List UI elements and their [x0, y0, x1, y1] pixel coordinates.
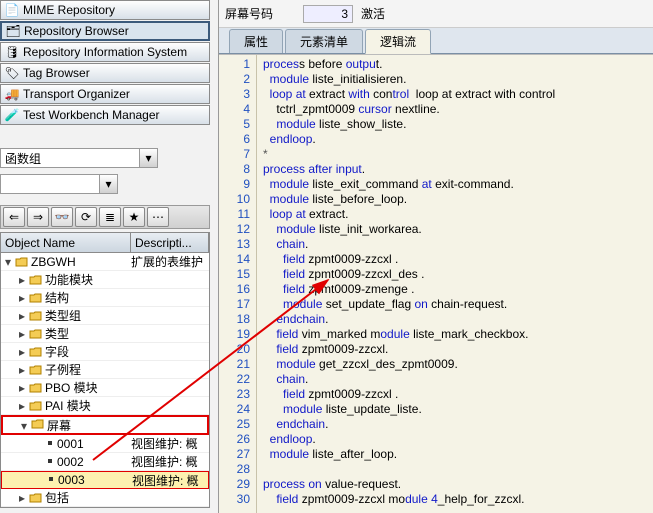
folder-icon [29, 274, 43, 286]
tag-icon: 🏷 [5, 66, 19, 80]
tree-node-screens[interactable]: ▾屏幕 [1, 415, 209, 435]
folder-icon [29, 492, 43, 504]
tab-element-list[interactable]: 元素清单 [285, 29, 363, 53]
folder-open-icon [31, 418, 45, 430]
tree-node-includes[interactable]: ▸包括 [1, 489, 209, 507]
chevron-down-icon[interactable]: ▾ [100, 174, 118, 194]
bullet-icon [49, 477, 53, 481]
code-source[interactable]: process before output. module liste_init… [257, 55, 653, 513]
status-active: 激活 [361, 5, 385, 22]
tree-node[interactable]: ▸子例程 [1, 361, 209, 379]
folder-icon [29, 328, 43, 340]
folder-icon [29, 292, 43, 304]
tree-root[interactable]: ▾ZBGWH 扩展的表维护 [1, 253, 209, 271]
refresh-button[interactable]: ⟳ [75, 207, 97, 227]
tree-header: Object Name Descripti... [1, 233, 209, 253]
folder-icon [29, 382, 43, 394]
display-button[interactable]: 👓 [51, 207, 73, 227]
col-description[interactable]: Descripti... [131, 233, 209, 252]
screen-header: 屏幕号码 激活 [219, 0, 653, 28]
tree-toolbar: ⇐ ⇒ 👓 ⟳ ≣ ★ ⋯ [0, 205, 210, 229]
tabstrip: 属性 元素清单 逻辑流 [219, 28, 653, 54]
nav-fwd-button[interactable]: ⇒ [27, 207, 49, 227]
folder-icon [29, 400, 43, 412]
screen-item[interactable]: 0002视图维护: 概 [1, 453, 209, 471]
layout-button[interactable]: ≣ [99, 207, 121, 227]
nav-label: Transport Organizer [23, 87, 130, 101]
object-tree: Object Name Descripti... ▾ZBGWH 扩展的表维护 ▸… [0, 232, 210, 508]
folder-open-icon [15, 256, 29, 268]
objname-combo[interactable]: ▾ [0, 174, 210, 194]
tree-node[interactable]: ▸结构 [1, 289, 209, 307]
nav-label: MIME Repository [23, 3, 115, 17]
nav-label: Repository Information System [23, 45, 187, 59]
objtype-combo[interactable]: ▾ [0, 148, 210, 168]
tab-flow-logic[interactable]: 逻辑流 [365, 29, 431, 54]
tree-node[interactable]: ▸类型组 [1, 307, 209, 325]
objtype-input[interactable] [0, 148, 140, 168]
nav-label: Test Workbench Manager [23, 108, 160, 122]
screen-item[interactable]: 0001视图维护: 概 [1, 435, 209, 453]
screen-number-label: 屏幕号码 [225, 5, 273, 22]
test-icon: 🧪 [5, 108, 19, 122]
screen-item-selected[interactable]: 0003视图维护: 概 [1, 471, 209, 489]
objname-input[interactable] [0, 174, 100, 194]
tree-node[interactable]: ▸字段 [1, 343, 209, 361]
nav-test-wb[interactable]: 🧪 Test Workbench Manager [0, 105, 210, 125]
tree-icon: 🗂 [6, 24, 20, 38]
tree-node[interactable]: ▸类型 [1, 325, 209, 343]
nav-label: Tag Browser [23, 66, 90, 80]
favorites-button[interactable]: ★ [123, 207, 145, 227]
folder-icon [29, 364, 43, 376]
folder-icon [29, 310, 43, 322]
nav-back-button[interactable]: ⇐ [3, 207, 25, 227]
nav-tag-browser[interactable]: 🏷 Tag Browser [0, 63, 210, 83]
db-icon: 🛢 [5, 45, 19, 59]
tree-node[interactable]: ▸PAI 模块 [1, 397, 209, 415]
doc-icon: 📄 [5, 3, 19, 17]
screen-number-input[interactable] [303, 5, 353, 23]
editor-pane: 屏幕号码 激活 属性 元素清单 逻辑流 12345678910111213141… [218, 0, 653, 513]
truck-icon: 🚚 [5, 87, 19, 101]
nav-label: Repository Browser [24, 24, 129, 38]
nav-repo-info[interactable]: 🛢 Repository Information System [0, 42, 210, 62]
tree-node[interactable]: ▸PBO 模块 [1, 379, 209, 397]
bullet-icon [48, 459, 52, 463]
folder-icon [29, 346, 43, 358]
code-editor[interactable]: 1234567891011121314151617181920212223242… [219, 54, 653, 513]
chevron-down-icon[interactable]: ▾ [140, 148, 158, 168]
nav-repo-browser[interactable]: 🗂 Repository Browser [0, 21, 210, 41]
nav-transport[interactable]: 🚚 Transport Organizer [0, 84, 210, 104]
more-button[interactable]: ⋯ [147, 207, 169, 227]
nav-mime-repo[interactable]: 📄 MIME Repository [0, 0, 210, 20]
tab-attributes[interactable]: 属性 [229, 29, 283, 53]
tree-node[interactable]: ▸功能模块 [1, 271, 209, 289]
line-gutter: 1234567891011121314151617181920212223242… [219, 55, 257, 513]
bullet-icon [48, 441, 52, 445]
col-object-name[interactable]: Object Name [1, 233, 131, 252]
